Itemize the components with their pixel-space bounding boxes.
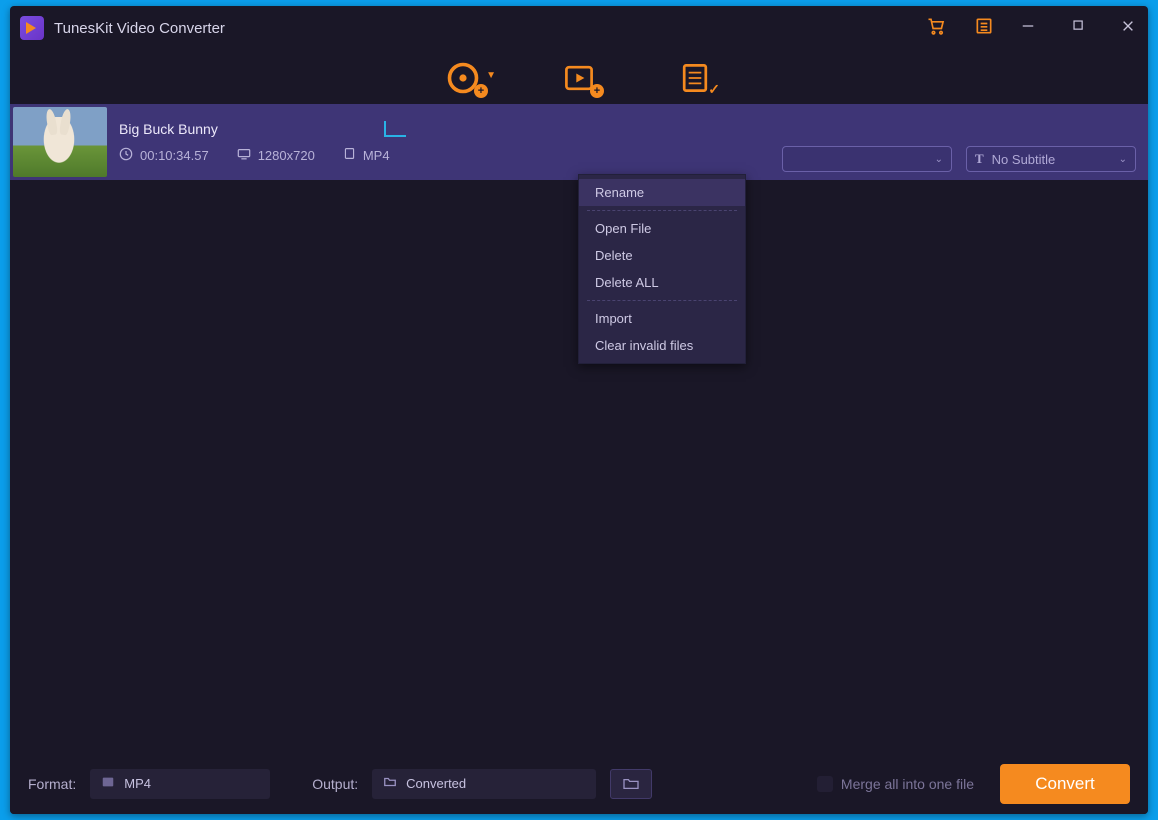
task-list-button[interactable]: ✓ (672, 60, 718, 96)
chevron-down-icon: ⌄ (935, 154, 943, 165)
monitor-icon (237, 147, 251, 164)
convert-button[interactable]: Convert (1000, 764, 1130, 804)
footer-bar: Format: MP4 Output: Converted Merge all … (10, 752, 1148, 814)
file-name: Big Buck Bunny (119, 121, 218, 137)
clock-icon (119, 147, 133, 164)
file-resolution: 1280x720 (258, 148, 315, 163)
format-label: Format: (28, 776, 76, 792)
menu-separator (587, 210, 737, 211)
format-file-icon (100, 775, 116, 792)
subtitle-value: No Subtitle (992, 152, 1056, 167)
cart-icon[interactable] (926, 16, 946, 41)
file-container: MP4 (363, 148, 390, 163)
menu-list-icon[interactable] (974, 16, 994, 41)
audio-track-dropdown[interactable]: ⌄ (782, 146, 952, 172)
browse-output-button[interactable] (610, 769, 652, 799)
add-video-button[interactable]: + (556, 60, 602, 96)
main-toolbar: + ▼ + ✓ (10, 50, 1148, 104)
context-menu-clear-invalid[interactable]: Clear invalid files (579, 332, 745, 359)
minimize-button[interactable] (1016, 19, 1040, 37)
merge-checkbox-wrap[interactable]: Merge all into one file (817, 776, 974, 792)
maximize-button[interactable] (1066, 19, 1090, 37)
plus-badge-icon: + (474, 84, 488, 98)
check-badge-icon: ✓ (708, 81, 720, 98)
chevron-down-icon: ▼ (486, 70, 496, 81)
subtitle-dropdown[interactable]: T No Subtitle ⌄ (966, 146, 1136, 172)
text-icon: T (975, 151, 984, 167)
output-path-field[interactable]: Converted (372, 769, 596, 799)
context-menu-delete-all[interactable]: Delete ALL (579, 269, 745, 296)
merge-label: Merge all into one file (841, 776, 974, 792)
format-value: MP4 (124, 776, 151, 791)
file-metadata: 00:10:34.57 1280x720 MP4 (119, 147, 782, 164)
app-logo-icon (20, 16, 44, 40)
file-item-row[interactable]: Big Buck Bunny 00:10:34.57 1280x720 (10, 104, 1148, 180)
menu-separator (587, 300, 737, 301)
video-thumbnail (13, 107, 107, 177)
file-duration: 00:10:34.57 (140, 148, 209, 163)
folder-icon (382, 775, 398, 792)
plus-badge-icon: + (590, 84, 604, 98)
chevron-down-icon: ⌄ (1119, 154, 1127, 165)
merge-checkbox[interactable] (817, 776, 833, 792)
format-selector[interactable]: MP4 (90, 769, 270, 799)
app-window: TunesKit Video Converter + (10, 6, 1148, 814)
context-menu-open-file[interactable]: Open File (579, 215, 745, 242)
crop-indicator-icon (384, 121, 406, 137)
file-type-icon (343, 147, 356, 163)
add-disc-button[interactable]: + ▼ (440, 60, 486, 96)
close-button[interactable] (1116, 19, 1140, 37)
context-menu-import[interactable]: Import (579, 305, 745, 332)
window-controls (1016, 19, 1140, 37)
titlebar-actions (926, 16, 994, 41)
output-label: Output: (312, 776, 358, 792)
output-path-value: Converted (406, 776, 466, 791)
context-menu-delete[interactable]: Delete (579, 242, 745, 269)
context-menu: Rename Open File Delete Delete ALL Impor… (578, 174, 746, 364)
context-menu-rename[interactable]: Rename (579, 179, 745, 206)
convert-button-label: Convert (1035, 774, 1095, 794)
titlebar: TunesKit Video Converter (10, 6, 1148, 50)
app-title: TunesKit Video Converter (54, 20, 225, 37)
